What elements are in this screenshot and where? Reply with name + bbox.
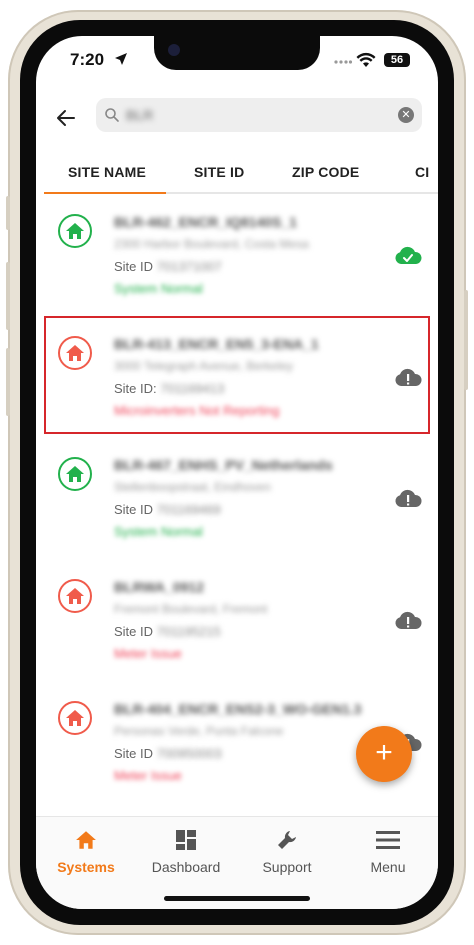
list-item[interactable]: BLRWA_0912 Fremont Boulevard, Fremont Si… — [36, 561, 438, 681]
power-button — [464, 290, 468, 390]
site-status-home — [58, 214, 92, 248]
site-id: Site ID 701371007 — [114, 259, 222, 274]
site-status-home — [58, 457, 92, 491]
site-address: Fremont Boulevard, Fremont — [114, 602, 268, 616]
wrench-icon — [278, 831, 296, 849]
site-id: Site ID 701169469 — [114, 502, 221, 517]
highlighted-site-outline — [44, 316, 430, 434]
app-screen: 7:20 56 BLR ✕ SITE NAME SITE ID ZIP CODE… — [36, 36, 438, 909]
site-status-text: System Normal — [114, 281, 203, 296]
nav-systems[interactable]: Systems — [36, 827, 136, 875]
home-icon — [66, 710, 84, 726]
add-site-button[interactable]: + — [356, 726, 412, 782]
site-name: BLR-404_ENCR_ENS2-3_WO-GEN1.3 — [114, 701, 362, 717]
sort-tabs: SITE NAME SITE ID ZIP CODE CI — [44, 154, 438, 194]
search-icon — [105, 108, 119, 122]
nav-label: Support — [262, 859, 312, 875]
hamburger-menu-icon — [376, 831, 400, 849]
volume-down-button — [6, 348, 10, 416]
status-time: 7:20 — [70, 50, 105, 69]
home-indicator — [164, 896, 310, 901]
site-address: 2300 Harbor Boulevard, Costa Mesa — [114, 237, 309, 251]
camera — [168, 44, 180, 56]
nav-dashboard[interactable]: Dashboard — [136, 827, 236, 875]
site-name: BLRWA_0912 — [114, 579, 205, 595]
battery-indicator: 56 — [384, 53, 410, 67]
list-item[interactable]: BLR-467_ENHS_PV_Netherlands Stellenboops… — [36, 439, 438, 559]
mute-switch — [6, 196, 10, 230]
nav-menu[interactable]: Menu — [338, 827, 438, 875]
site-status-text: Meter Issue — [114, 768, 182, 783]
site-status-text: System Normal — [114, 524, 203, 539]
cloud-alert-icon — [395, 611, 422, 629]
tab-site-name[interactable]: SITE NAME — [68, 164, 146, 180]
nav-label: Dashboard — [151, 859, 221, 875]
search-input[interactable]: BLR ✕ — [96, 98, 422, 132]
search-value: BLR — [126, 107, 154, 123]
nav-support[interactable]: Support — [237, 827, 337, 875]
home-icon — [66, 466, 84, 482]
site-name: BLR-462_ENCR_IQ8140S_1 — [114, 214, 297, 230]
clear-search-icon[interactable]: ✕ — [398, 107, 414, 123]
nav-label: Systems — [57, 859, 115, 875]
home-icon — [66, 223, 84, 239]
cloud-alert-icon — [395, 489, 422, 507]
site-status-home — [58, 579, 92, 613]
signal-dots-icon — [334, 60, 352, 64]
site-status-text: Meter Issue — [114, 646, 182, 661]
site-status-home — [58, 701, 92, 735]
site-name: BLR-467_ENHS_PV_Netherlands — [114, 457, 333, 473]
site-id: Site ID 700950003 — [114, 746, 222, 761]
site-id: Site ID 701195215 — [114, 624, 221, 639]
location-arrow-icon — [115, 53, 127, 65]
site-address: Stellenboopstraat, Eindhoven — [114, 480, 271, 494]
nav-label: Menu — [370, 859, 406, 875]
wifi-icon — [356, 52, 376, 67]
home-icon — [66, 588, 84, 604]
site-address: Personas Verde, Punta Falcone — [114, 724, 284, 738]
list-item[interactable]: BLR-462_ENCR_IQ8140S_1 2300 Harbor Boule… — [36, 196, 438, 316]
tab-site-id[interactable]: SITE ID — [194, 164, 244, 180]
back-arrow-icon[interactable] — [54, 106, 78, 130]
status-bar: 7:20 56 — [36, 36, 438, 88]
home-icon — [76, 831, 96, 849]
tab-zip-code[interactable]: ZIP CODE — [292, 164, 359, 180]
active-tab-indicator — [44, 192, 166, 194]
volume-up-button — [6, 262, 10, 330]
cloud-check-icon — [395, 246, 422, 264]
tab-city[interactable]: CI — [415, 164, 429, 180]
dashboard-icon — [176, 830, 196, 850]
